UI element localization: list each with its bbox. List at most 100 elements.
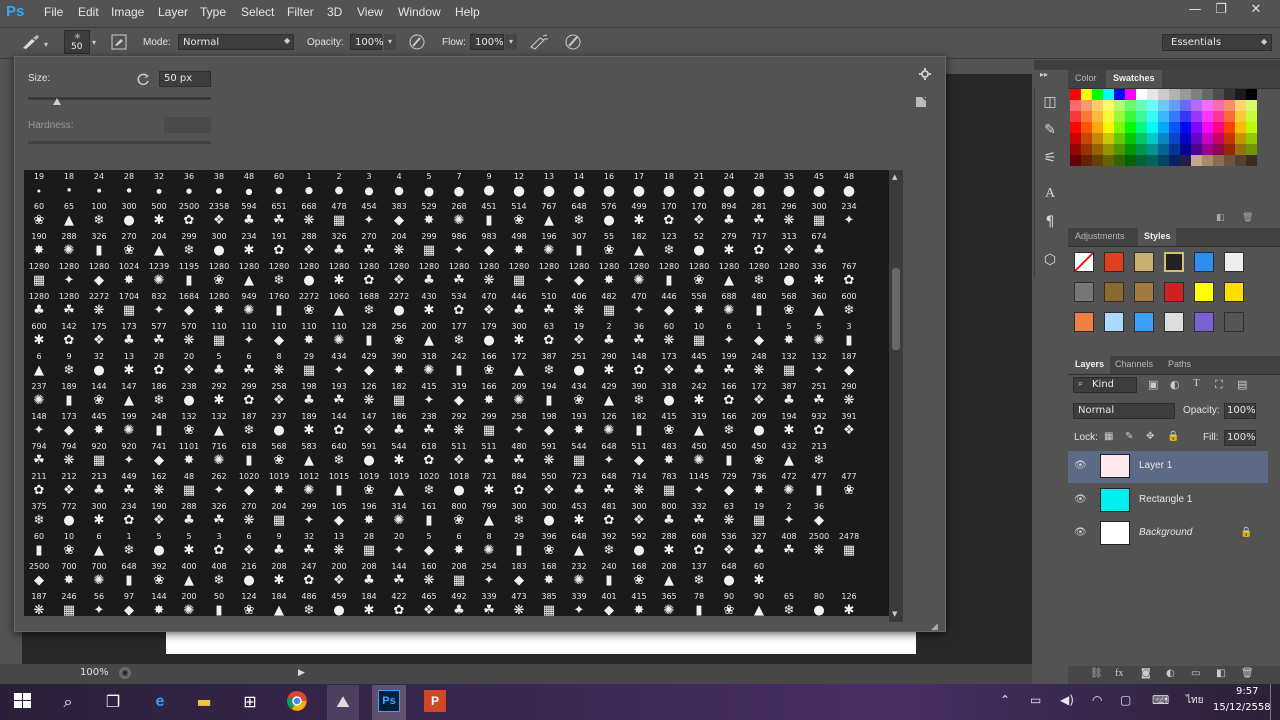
color-swatch[interactable] (1191, 122, 1202, 133)
brush-preset[interactable]: 246 ▦ (56, 590, 82, 616)
brush-preset[interactable]: 126 ✺ (596, 410, 622, 440)
powerpoint-icon[interactable]: P (424, 690, 446, 712)
color-swatch[interactable] (1092, 133, 1103, 144)
brush-preset[interactable]: 216 ● (236, 560, 262, 590)
color-swatch[interactable] (1180, 100, 1191, 111)
brush-preset[interactable]: 209 ● (746, 410, 772, 440)
brush-preset[interactable]: 477 ❀ (836, 470, 862, 500)
color-swatch[interactable] (1169, 89, 1180, 100)
color-swatch[interactable] (1202, 100, 1213, 111)
brush-preset[interactable]: 3 ● (356, 170, 382, 200)
brush-preset[interactable]: 147 ▲ (116, 380, 142, 410)
brush-preset[interactable]: 360 ▲ (806, 290, 832, 320)
brush-preset[interactable]: 193 ✸ (566, 410, 592, 440)
brush-preset[interactable]: 90 ❀ (716, 590, 742, 616)
brush-preset[interactable]: 60 ✱ (746, 560, 772, 590)
brush-preset[interactable]: 592 ● (626, 530, 652, 560)
brush-preset[interactable]: 2500 ✿ (176, 200, 202, 230)
color-swatch[interactable] (1235, 133, 1246, 144)
brush-preset[interactable]: 568 ❀ (776, 290, 802, 320)
color-swatch[interactable] (1125, 144, 1136, 155)
color-swatch[interactable] (1070, 111, 1081, 122)
brush-preset[interactable]: 514 ❀ (506, 200, 532, 230)
brush-preset[interactable]: 128 ▮ (356, 320, 382, 350)
color-swatch[interactable] (1147, 111, 1158, 122)
brush-preset[interactable]: 415 ✸ (626, 590, 652, 616)
color-swatch[interactable] (1114, 144, 1125, 155)
brush-preset[interactable]: 254 ✦ (476, 560, 502, 590)
pressure-size-icon[interactable] (563, 33, 583, 51)
resize-grip-icon[interactable]: ◢ (931, 622, 938, 632)
photoshop-taskbar-icon[interactable]: Ps (378, 690, 400, 712)
brush-preset[interactable]: 591 ● (356, 440, 382, 470)
brush-preset[interactable]: 234 ✦ (836, 200, 862, 230)
brush-preset[interactable]: 1280 ▲ (716, 260, 742, 290)
brush-preset[interactable]: 1145 ✦ (686, 470, 712, 500)
brush-preset[interactable]: 237 ✺ (26, 380, 52, 410)
layer-style-preset[interactable] (1074, 282, 1094, 302)
pressure-opacity-icon[interactable] (407, 33, 427, 51)
brush-preset[interactable]: 142 ✿ (56, 320, 82, 350)
brush-preset[interactable]: 20 ✦ (386, 530, 412, 560)
brush-preset[interactable]: 450 ▮ (716, 440, 742, 470)
layer-style-preset[interactable] (1134, 282, 1154, 302)
brush-preset[interactable]: 191 ✿ (266, 230, 292, 260)
language-indicator[interactable]: ไทย (1186, 693, 1203, 708)
brush-preset[interactable]: 1280 ☘ (56, 290, 82, 320)
color-swatch[interactable] (1191, 155, 1202, 166)
brush-preset[interactable]: 147 ❖ (356, 410, 382, 440)
color-swatch[interactable] (1081, 155, 1092, 166)
brush-preset[interactable]: 258 ✦ (506, 410, 532, 440)
brush-preset[interactable]: 204 ▦ (266, 500, 292, 530)
brush-preset[interactable]: 949 ✺ (236, 290, 262, 320)
brush-preset[interactable]: 478 ▦ (326, 200, 352, 230)
brush-preset[interactable]: 19 ❖ (566, 320, 592, 350)
lock-image-icon[interactable]: ✎ (1125, 431, 1133, 442)
opacity-dropdown-icon[interactable]: ▾ (384, 34, 396, 50)
brush-preset[interactable]: 299 ✦ (296, 500, 322, 530)
brush-preset[interactable]: 8 ❋ (266, 350, 292, 380)
brush-preset[interactable]: 608 ✿ (686, 530, 712, 560)
show-desktop-button[interactable] (1270, 684, 1280, 720)
tab-layers[interactable]: Layers (1075, 359, 1104, 369)
brush-preset[interactable]: 196 ✺ (536, 230, 562, 260)
brush-preset[interactable]: 446 ◆ (656, 290, 682, 320)
brush-preset[interactable]: 648 ✦ (596, 440, 622, 470)
color-swatch[interactable] (1213, 122, 1224, 133)
brush-preset[interactable]: 13 ❋ (326, 530, 352, 560)
brush-preset[interactable]: 1280 ✺ (626, 260, 652, 290)
workspace-switcher[interactable]: Essentials (1162, 34, 1272, 51)
brush-preset[interactable]: 648 ❄ (566, 200, 592, 230)
lock-transparent-icon[interactable]: ▦ (1104, 431, 1113, 442)
brush-preset[interactable]: 2500 ❋ (806, 530, 832, 560)
brush-preset[interactable]: 415 ✦ (416, 380, 442, 410)
brush-preset[interactable]: 300 ❖ (626, 500, 652, 530)
brush-preset[interactable]: 383 ◆ (386, 200, 412, 230)
brush-preset[interactable]: 1015 ▮ (326, 470, 352, 500)
brush-preset[interactable]: 38 ● (206, 170, 232, 200)
layer-row-background[interactable]: 👁 Background 🔒 (1068, 518, 1268, 550)
brush-preset[interactable]: 884 ✿ (506, 470, 532, 500)
brush-preset[interactable]: 296 ❋ (776, 200, 802, 230)
tab-channels[interactable]: Channels (1115, 359, 1153, 369)
color-swatch[interactable] (1125, 89, 1136, 100)
menu-3d[interactable]: 3D (327, 5, 342, 19)
color-swatch[interactable] (1235, 111, 1246, 122)
brush-preset[interactable]: 5 ♣ (206, 350, 232, 380)
color-swatch[interactable] (1125, 100, 1136, 111)
brush-preset[interactable]: 832 ✦ (146, 290, 172, 320)
color-swatch[interactable] (1136, 89, 1147, 100)
brush-preset[interactable]: 729 ◆ (716, 470, 742, 500)
brush-preset[interactable]: 2 ✦ (776, 500, 802, 530)
color-swatch[interactable] (1235, 122, 1246, 133)
brush-preset[interactable]: 208 ✱ (266, 560, 292, 590)
brush-preset[interactable]: 446 ♣ (506, 290, 532, 320)
brush-preset[interactable]: 674 ♣ (806, 230, 832, 260)
brush-preset[interactable]: 434 ❀ (566, 380, 592, 410)
brush-preset[interactable]: 326 ☘ (206, 500, 232, 530)
color-swatch[interactable] (1125, 133, 1136, 144)
brush-panel-toggle-icon[interactable] (111, 34, 127, 50)
brush-preset[interactable]: 688 ✺ (716, 290, 742, 320)
brush-preset[interactable]: 18 ● (56, 170, 82, 200)
brush-preset[interactable]: 213 ❄ (806, 440, 832, 470)
